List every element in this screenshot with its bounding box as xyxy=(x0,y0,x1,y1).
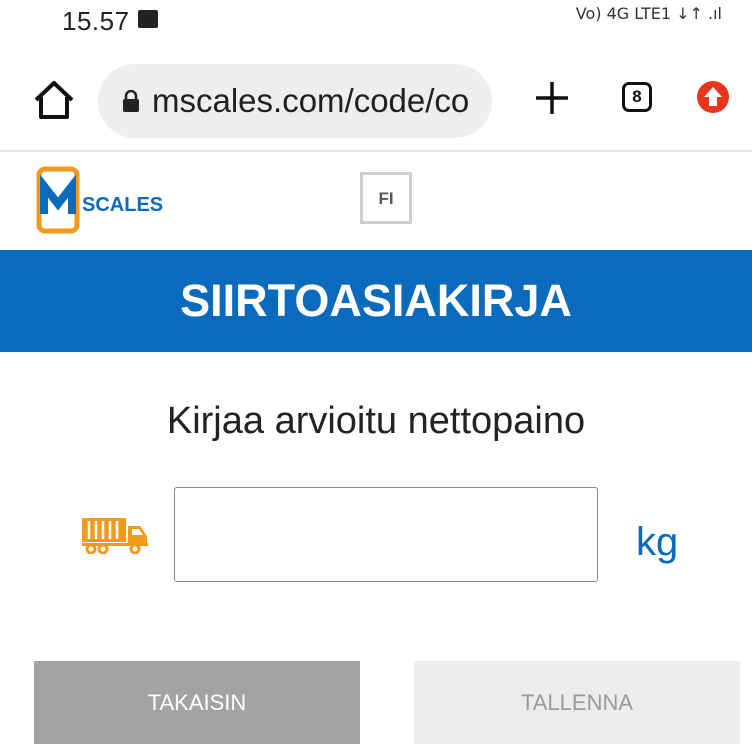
truck-icon xyxy=(82,518,148,554)
title-banner: SIIRTOASIAKIRJA xyxy=(0,250,752,352)
signal-indicators: Vo) 4G LTE1 ↓↑ .ıl xyxy=(575,4,722,23)
gallery-icon xyxy=(138,10,158,28)
url-text: mscales.com/code/co xyxy=(152,82,470,119)
home-icon[interactable] xyxy=(32,78,76,122)
save-button[interactable]: TALLENNA xyxy=(414,661,740,744)
lock-icon xyxy=(123,90,139,112)
upload-icon[interactable] xyxy=(696,80,730,114)
page-title: SIIRTOASIAKIRJA xyxy=(180,275,572,326)
tabs-count-button[interactable]: 8 xyxy=(622,82,652,112)
unit-label: kg xyxy=(636,520,679,564)
address-bar[interactable]: mscales.com/code/co xyxy=(98,64,492,138)
toolbar-divider xyxy=(0,150,752,152)
back-button[interactable]: TAKAISIN xyxy=(34,661,360,744)
status-bar: 15.57 Vo) 4G LTE1 ↓↑ .ıl xyxy=(0,0,752,42)
browser-toolbar: mscales.com/code/co 8 xyxy=(0,54,752,148)
language-button[interactable]: FI xyxy=(360,172,412,224)
logo-text: SCALES xyxy=(82,194,164,216)
weight-input[interactable] xyxy=(174,487,598,582)
status-time: 15.57 xyxy=(62,6,130,36)
weight-prompt: Kirjaa arvioitu nettopaino xyxy=(166,400,586,442)
new-tab-icon[interactable] xyxy=(534,80,570,116)
